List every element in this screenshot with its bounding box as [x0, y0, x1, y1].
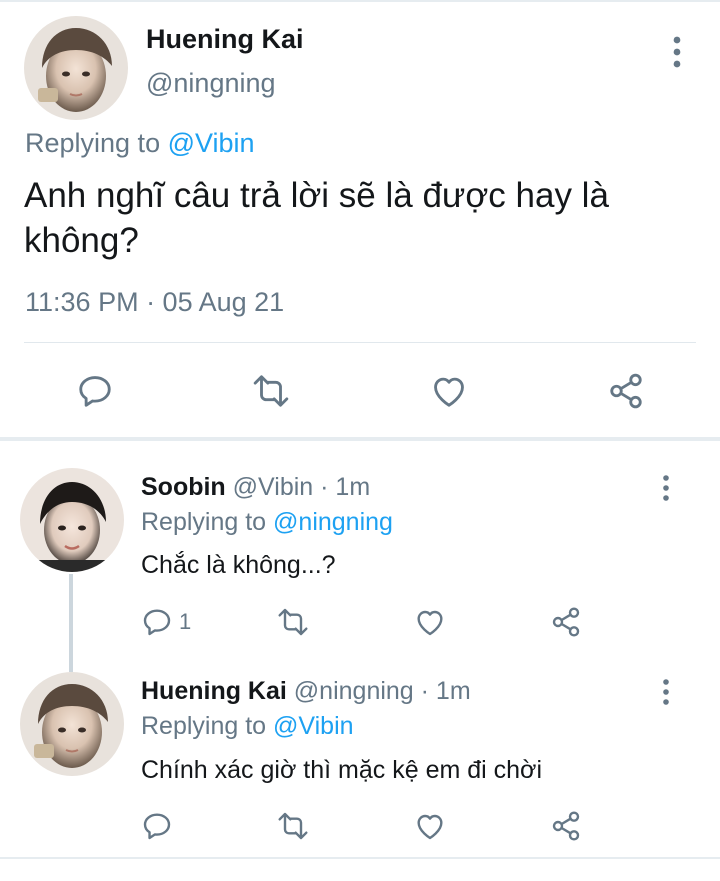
author-handle[interactable]: @ningning: [146, 68, 276, 99]
more-icon[interactable]: [656, 677, 676, 707]
avatar[interactable]: [20, 672, 124, 776]
reply-icon: [141, 810, 173, 842]
reply-text: Chính xác giờ thì mặc kệ em đi chời: [141, 756, 543, 784]
mention-link[interactable]: @ningning: [273, 508, 393, 536]
like-icon: [413, 606, 447, 638]
tweet-text: Anh nghĩ câu trả lời sẽ là được hay là k…: [24, 176, 609, 260]
mention-link[interactable]: @Vibin: [273, 712, 354, 740]
reply-icon: [141, 606, 173, 638]
share-icon: [550, 606, 582, 638]
replying-prefix: Replying to: [141, 508, 274, 536]
avatar[interactable]: [24, 16, 128, 120]
retweet-icon: [275, 810, 311, 842]
like-button[interactable]: [413, 606, 447, 638]
reply-header: Huening Kai @ningning · 1m: [141, 677, 471, 706]
author-name[interactable]: Huening Kai: [146, 24, 304, 55]
replying-to: Replying to @ningning: [141, 508, 393, 537]
share-icon: [550, 810, 582, 842]
replying-to: Replying to @Vibin: [141, 712, 354, 741]
retweet-icon: [275, 606, 311, 638]
share-button[interactable]: [550, 810, 582, 842]
bottom-divider: [0, 857, 720, 859]
thread-line: [69, 574, 73, 672]
retweet-button[interactable]: [250, 372, 292, 410]
top-divider: [0, 0, 720, 2]
replying-to: Replying to @Vibin: [25, 128, 255, 159]
like-icon: [413, 810, 447, 842]
tweet-timestamp[interactable]: 11:36 PM · 05 Aug 21: [25, 287, 284, 318]
more-icon[interactable]: [656, 473, 676, 503]
retweet-button[interactable]: [275, 810, 311, 842]
replying-prefix: Replying to: [141, 712, 274, 740]
retweet-button[interactable]: [275, 606, 311, 638]
author-handle[interactable]: @Vibin: [233, 473, 314, 501]
reply-count: 1: [179, 609, 192, 634]
reply-header: Soobin @Vibin · 1m: [141, 473, 370, 502]
replying-prefix: Replying to: [25, 128, 168, 158]
share-icon: [607, 372, 645, 410]
retweet-icon: [250, 372, 292, 410]
author-name[interactable]: Huening Kai: [141, 677, 287, 705]
mention-link[interactable]: @Vibin: [168, 128, 255, 158]
reply-text: Chắc là không...?: [141, 551, 336, 579]
reply-button[interactable]: [141, 810, 173, 842]
author-name[interactable]: Soobin: [141, 473, 226, 501]
reply-time: · 1m: [313, 473, 371, 501]
author-handle[interactable]: @ningning: [294, 677, 414, 705]
avatar[interactable]: [20, 468, 124, 572]
reply-time: · 1m: [413, 677, 471, 705]
like-button[interactable]: [429, 372, 469, 410]
section-divider: [0, 437, 720, 441]
reply-icon: [76, 372, 114, 410]
like-button[interactable]: [413, 810, 447, 842]
like-icon: [429, 372, 469, 410]
share-button[interactable]: [607, 372, 645, 410]
divider: [24, 342, 696, 343]
share-button[interactable]: [550, 606, 582, 638]
reply-button[interactable]: 1: [141, 606, 191, 638]
reply-button[interactable]: [76, 372, 114, 410]
more-icon[interactable]: [664, 34, 690, 70]
